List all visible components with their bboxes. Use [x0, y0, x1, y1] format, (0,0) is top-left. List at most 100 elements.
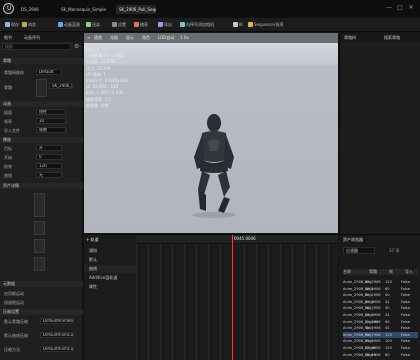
track-additive[interactable]: Additive层轨道	[84, 274, 136, 282]
tab-mannequin[interactable]: SK_Mannequin_Simple	[58, 5, 109, 14]
section-asset-details[interactable]: 资产详情	[0, 183, 83, 189]
pose-thumbnail[interactable]	[34, 239, 45, 253]
asset-cell: False	[401, 313, 411, 317]
lighting-button[interactable]: 光照	[110, 35, 118, 41]
unreal-logo-icon: U	[3, 3, 14, 14]
asset-row[interactable]: Anim_2906_Crouch SK_2906 90 False	[343, 319, 418, 325]
menu-icon[interactable]: ≡	[87, 35, 90, 41]
save-button[interactable]: 保存	[5, 21, 19, 29]
track-default[interactable]: 默认	[84, 256, 136, 264]
speed-button[interactable]: 1.0x	[180, 35, 189, 41]
asset-row[interactable]: Anim_2906_Turn SK_2906 45 False	[343, 325, 418, 331]
bone-compression-field[interactable]: DefaultAnimBoneCompre	[40, 318, 74, 324]
ik-button[interactable]: IK	[233, 21, 243, 29]
curve-compression-field[interactable]: DefaultAnimCurveCompre	[40, 332, 74, 338]
track-attributes[interactable]: 属性	[84, 283, 136, 291]
timeline-grid[interactable]	[136, 244, 338, 360]
tab-sequencer[interactable]: SK_2906_Pull_Sequencer	[116, 5, 156, 14]
lod-button[interactable]: LOD自动	[158, 35, 174, 41]
row-label: 默认曲线压缩	[4, 333, 28, 338]
asset-cell: SK_2906	[365, 280, 381, 284]
asset-row[interactable]: Anim_2906_Push SK_2906 100 False	[343, 338, 418, 344]
browse-button[interactable]: 浏览	[22, 21, 36, 29]
add-track-button[interactable]: + 轨道	[86, 236, 134, 243]
column-name[interactable]: 名称	[343, 269, 351, 274]
viewport-toolbar: ≡ 透视 光照 显示 角色 LOD自动 1.0x	[84, 33, 338, 43]
track-curves[interactable]: 曲线	[84, 265, 136, 273]
tab-details[interactable]: 细节	[4, 35, 12, 41]
end-field[interactable]: 120	[36, 163, 62, 169]
asset-row[interactable]: Anim_2906_Pull SK_2906 120 False	[343, 331, 418, 338]
tab-anim-sequence[interactable]: 动画序列	[24, 35, 40, 41]
settings-button[interactable]: 设置	[112, 21, 126, 29]
section-metadata[interactable]: 元数据	[0, 281, 83, 287]
asset-row[interactable]: Anim_2906_Land SK_2906 24 False	[343, 312, 418, 318]
asset-count: 37 项	[389, 248, 400, 253]
anim-blueprint-button[interactable]: 动画蓝图	[58, 21, 80, 29]
tab-skeleton-tree[interactable]: 骨骼树	[344, 35, 356, 41]
track-notify[interactable]: 通知	[84, 247, 136, 255]
target-field[interactable]: 开	[36, 145, 62, 151]
character-model[interactable]	[184, 111, 244, 221]
playhead[interactable]	[232, 235, 233, 360]
import-field[interactable]: 帧数	[36, 127, 66, 133]
asset-row[interactable]: Anim_2906_Jump SK_2906 52 False	[343, 299, 418, 305]
asset-row[interactable]: Anim_2906_Death SK_2906 80 False	[343, 352, 418, 358]
section-compression[interactable]: 压缩设置	[0, 309, 83, 315]
column-import[interactable]: 导入	[405, 269, 413, 275]
character-button[interactable]: 角色	[142, 35, 150, 41]
asset-row[interactable]: Anim_2906_Idle SK_2906 120 False	[343, 279, 418, 285]
framerate-field[interactable]: 30	[36, 118, 66, 124]
column-frames[interactable]: 帧	[389, 269, 393, 275]
maximize-icon[interactable]: □	[396, 4, 404, 12]
asset-cell: SK_2906	[365, 326, 381, 331]
section-playback[interactable]: 播放	[0, 137, 83, 143]
details-search-input[interactable]: 搜索	[2, 43, 71, 50]
show-button[interactable]: 显示	[126, 35, 134, 41]
asset-cell: 30	[385, 306, 390, 311]
skeleton-thumbnail[interactable]	[36, 79, 47, 97]
details-header: 细节 动画序列	[0, 33, 83, 42]
asset-cell: 150	[385, 346, 392, 350]
capture-button[interactable]: 捕获	[134, 21, 148, 29]
section-animation[interactable]: 动画	[0, 101, 83, 107]
sequencer-panel: + 轨道 0045 0046 通知 默认 曲线 Additive层轨道 属性	[84, 234, 338, 360]
asset-cell: False	[401, 339, 411, 344]
column-skeleton[interactable]: 骨骼	[369, 269, 377, 275]
minimize-icon[interactable]: —	[385, 4, 393, 12]
gear-icon[interactable]: ⚙	[74, 43, 81, 50]
pose-thumbnail[interactable]	[34, 193, 45, 217]
skeletal-mesh-field[interactable]: Default	[36, 69, 62, 75]
row-label: 导入文件	[4, 128, 20, 133]
compression-method-field[interactable]: DefaultAnimCurveCompre	[40, 346, 74, 352]
interp-field[interactable]: 线性	[36, 109, 66, 115]
asset-row[interactable]: Anim_2906_Walk SK_2906 60 False	[343, 286, 418, 292]
asset-cell: SK_2906	[365, 352, 381, 357]
asset-row[interactable]: Anim_2906_Fall SK_2906 30 False	[343, 305, 418, 311]
perspective-button[interactable]: 透视	[94, 35, 102, 41]
pose-thumbnail[interactable]	[34, 257, 45, 271]
start-field[interactable]: 0	[36, 154, 62, 160]
skeleton-field[interactable]: SK_2906_Full	[49, 83, 73, 89]
viewport-stats: LOD: 0 当前屏幕尺寸: 1.003 三角形: 31,648 顶点: 18,…	[86, 47, 127, 109]
bone-search-label[interactable]: 搜索骨骼	[384, 35, 400, 41]
add-camera-button[interactable]: 向序列添加相机	[180, 21, 214, 29]
tab-asset-browser[interactable]: 资产浏览器	[343, 237, 363, 243]
viewport[interactable]: ≡ 透视 光照 显示 角色 LOD自动 1.0x LOD: 0 当前屏幕尺寸: …	[84, 33, 338, 233]
sequencer-options-button[interactable]: Sequencer选项	[248, 21, 283, 29]
asset-cell: SK_2906	[365, 339, 381, 344]
close-icon[interactable]: ✕	[407, 4, 415, 12]
asset-cell: SK_2906	[365, 293, 381, 298]
asset-cell: False	[401, 280, 411, 284]
export-button[interactable]: 导出	[158, 21, 172, 29]
asset-cell: False	[401, 332, 411, 337]
tab-ds[interactable]: DS_2906	[18, 5, 42, 14]
pose-thumbnail[interactable]	[34, 221, 45, 235]
curve-field[interactable]: 无	[36, 172, 62, 178]
asset-cell: 120	[385, 280, 392, 284]
render-button[interactable]: 渲染	[86, 21, 100, 29]
asset-row[interactable]: Anim_2906_Run SK_2906 40 False	[343, 292, 418, 298]
asset-row[interactable]: Anim_2906_Climb SK_2906 150 False	[343, 345, 418, 351]
section-skeleton[interactable]: 骨骼	[0, 58, 83, 64]
asset-filter-button[interactable]: 过滤器	[343, 247, 375, 254]
